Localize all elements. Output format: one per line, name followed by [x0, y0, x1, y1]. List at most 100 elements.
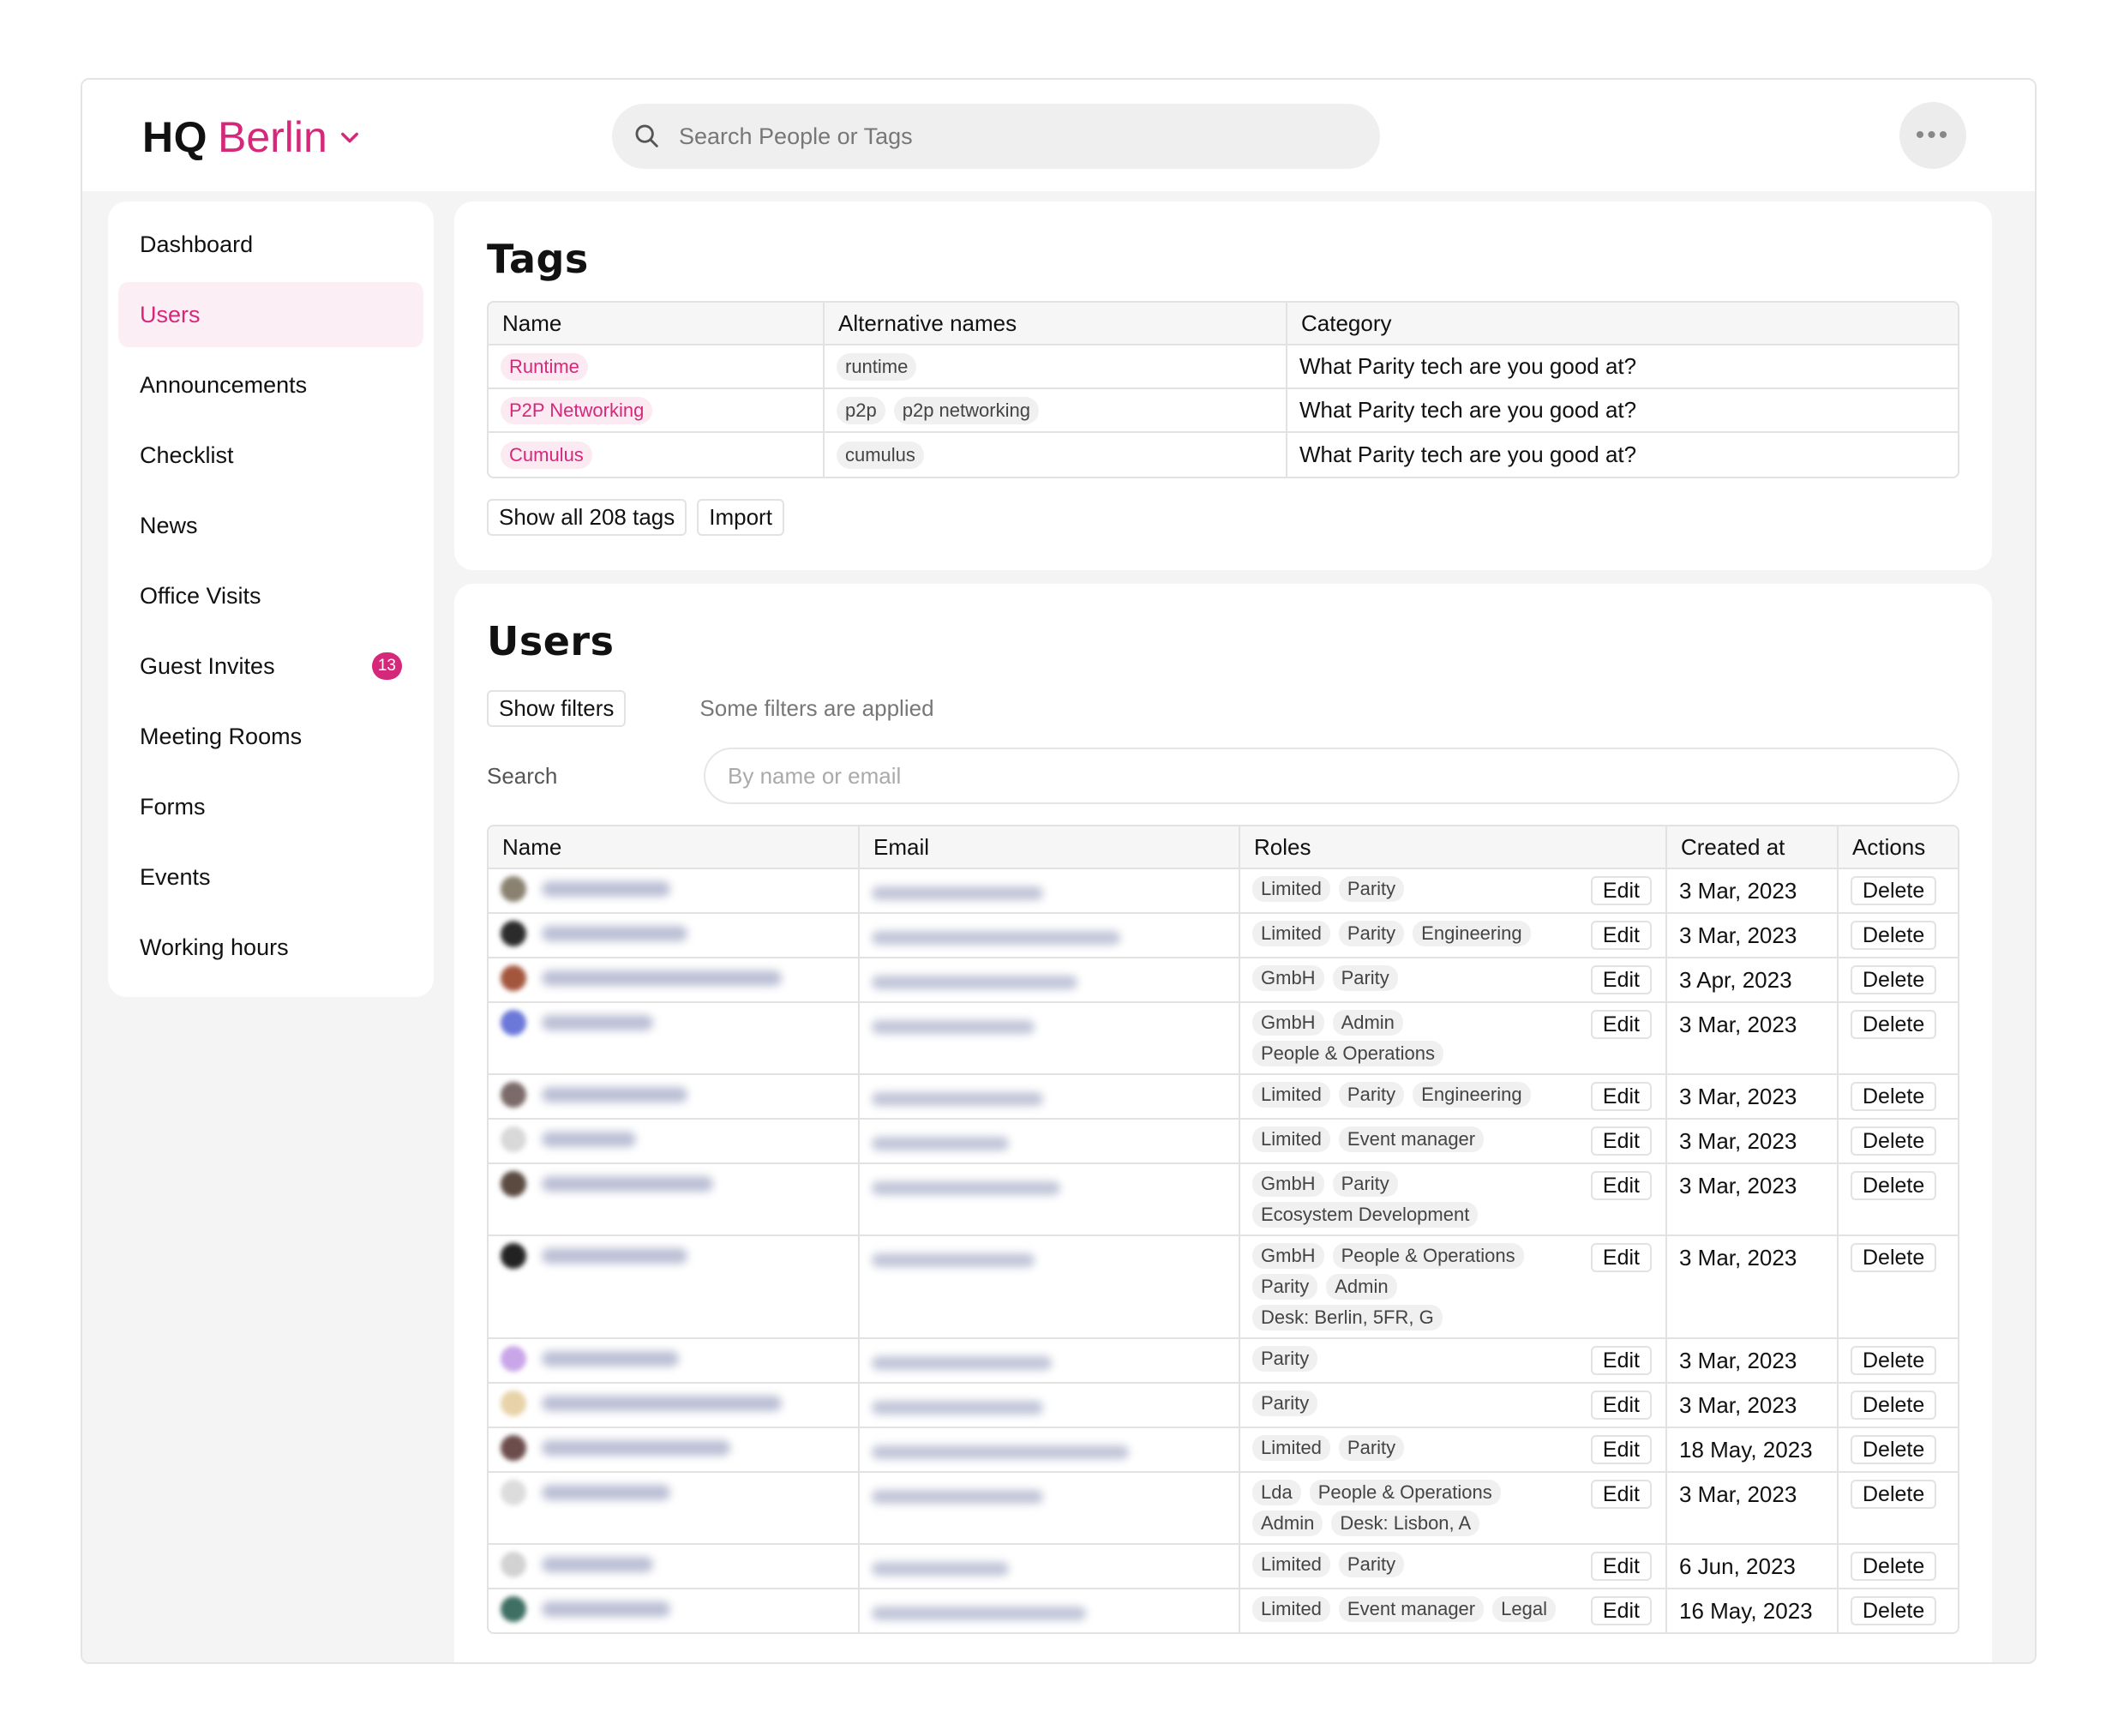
- logo-city: Berlin: [218, 113, 327, 161]
- role-chip: Limited: [1252, 1596, 1330, 1622]
- tag-name-pill[interactable]: Runtime: [501, 353, 588, 381]
- user-email-cell: [860, 1339, 1240, 1384]
- edit-roles-button[interactable]: Edit: [1590, 1480, 1652, 1509]
- role-chip: Parity: [1252, 1274, 1318, 1300]
- sidebar-item-working-hours[interactable]: Working hours: [118, 915, 423, 980]
- show-filters-button[interactable]: Show filters: [487, 690, 627, 727]
- user-identity[interactable]: [501, 1596, 846, 1622]
- users-search-input[interactable]: [728, 762, 1835, 790]
- sidebar-item-dashboard[interactable]: Dashboard: [118, 212, 423, 277]
- user-identity[interactable]: [501, 1346, 846, 1372]
- global-search[interactable]: [612, 104, 1380, 169]
- avatar: [501, 1435, 526, 1461]
- user-email-cell: [860, 1589, 1240, 1632]
- delete-user-button[interactable]: Delete: [1851, 1243, 1937, 1272]
- delete-user-button[interactable]: Delete: [1851, 1346, 1937, 1375]
- role-chip: Lda: [1252, 1480, 1301, 1505]
- edit-roles-button[interactable]: Edit: [1590, 1435, 1652, 1464]
- role-chip: Event manager: [1338, 1126, 1485, 1152]
- user-identity[interactable]: [501, 1171, 846, 1197]
- edit-roles-button[interactable]: Edit: [1590, 876, 1652, 905]
- edit-roles-button[interactable]: Edit: [1590, 1171, 1652, 1200]
- user-identity[interactable]: [501, 1010, 846, 1036]
- more-options-button[interactable]: •••: [1899, 102, 1966, 169]
- users-search-field[interactable]: [704, 748, 1959, 804]
- sidebar-item-label: Checklist: [140, 442, 234, 468]
- user-email-redacted: [872, 1401, 1043, 1415]
- user-identity[interactable]: [501, 1552, 846, 1577]
- user-identity[interactable]: [501, 876, 846, 902]
- delete-user-button[interactable]: Delete: [1851, 921, 1937, 950]
- actions-cell: Delete: [1839, 1120, 1958, 1164]
- user-name-cell: [489, 1428, 860, 1473]
- user-email-cell: [860, 1428, 1240, 1473]
- global-search-input[interactable]: [679, 123, 1347, 150]
- user-name-cell: [489, 914, 860, 958]
- sidebar-item-guest-invites[interactable]: Guest Invites 13: [118, 634, 423, 699]
- delete-user-button[interactable]: Delete: [1851, 1082, 1937, 1111]
- sidebar-item-office-visits[interactable]: Office Visits: [118, 563, 423, 628]
- edit-roles-button[interactable]: Edit: [1590, 1552, 1652, 1581]
- edit-roles-button[interactable]: Edit: [1590, 1391, 1652, 1420]
- user-email-cell: [860, 1236, 1240, 1339]
- role-chip: People & Operations: [1332, 1243, 1524, 1269]
- edit-roles-button[interactable]: Edit: [1590, 1243, 1652, 1272]
- import-tags-button[interactable]: Import: [697, 499, 784, 536]
- delete-user-button[interactable]: Delete: [1851, 1391, 1937, 1420]
- tag-name-pill[interactable]: Cumulus: [501, 442, 592, 469]
- user-identity[interactable]: [501, 1480, 846, 1505]
- tags-col-name: Name: [489, 303, 825, 345]
- user-identity[interactable]: [501, 1126, 846, 1152]
- edit-roles-button[interactable]: Edit: [1590, 921, 1652, 950]
- delete-user-button[interactable]: Delete: [1851, 1010, 1937, 1039]
- delete-user-button[interactable]: Delete: [1851, 1596, 1937, 1625]
- role-chip: Engineering: [1413, 921, 1531, 946]
- delete-user-button[interactable]: Delete: [1851, 1552, 1937, 1581]
- sidebar-item-forms[interactable]: Forms: [118, 774, 423, 839]
- delete-user-button[interactable]: Delete: [1851, 1171, 1937, 1200]
- edit-roles-button[interactable]: Edit: [1590, 965, 1652, 994]
- sidebar-item-label: News: [140, 512, 198, 538]
- role-list: Limited Parity: [1252, 876, 1588, 902]
- tags-card: Tags Name Alternative names Category Run…: [454, 201, 1992, 570]
- user-identity[interactable]: [501, 1435, 846, 1461]
- edit-roles-button[interactable]: Edit: [1590, 1010, 1652, 1039]
- role-list: GmbH Parity: [1252, 965, 1588, 991]
- sidebar-item-checklist[interactable]: Checklist: [118, 423, 423, 488]
- user-identity[interactable]: [501, 965, 846, 991]
- edit-roles-button[interactable]: Edit: [1590, 1082, 1652, 1111]
- workspace-switcher[interactable]: HQ Berlin: [142, 112, 362, 162]
- sidebar-item-events[interactable]: Events: [118, 844, 423, 910]
- sidebar-item-users[interactable]: Users: [118, 282, 423, 347]
- delete-user-button[interactable]: Delete: [1851, 876, 1937, 905]
- sidebar-item-meeting-rooms[interactable]: Meeting Rooms: [118, 704, 423, 769]
- delete-user-button[interactable]: Delete: [1851, 1435, 1937, 1464]
- user-email-redacted: [872, 976, 1077, 989]
- user-identity[interactable]: [501, 1082, 846, 1108]
- edit-roles-button[interactable]: Edit: [1590, 1596, 1652, 1625]
- actions-cell: Delete: [1839, 1236, 1958, 1339]
- user-email-cell: [860, 1164, 1240, 1236]
- edit-roles-button[interactable]: Edit: [1590, 1346, 1652, 1375]
- sidebar-item-announcements[interactable]: Announcements: [118, 352, 423, 417]
- tag-name-pill[interactable]: P2P Networking: [501, 397, 653, 424]
- sidebar-item-news[interactable]: News: [118, 493, 423, 558]
- role-list: Parity: [1252, 1346, 1588, 1372]
- tag-category-cell: What Parity tech are you good at?: [1299, 442, 1637, 467]
- users-table: Name Email Roles Created at Actions Limi…: [487, 825, 1959, 1634]
- user-identity[interactable]: [501, 1243, 846, 1269]
- more-icon: •••: [1915, 121, 1951, 149]
- user-email-redacted: [872, 1445, 1129, 1459]
- role-list: GmbH Parity Ecosystem Development: [1252, 1171, 1588, 1228]
- user-name-redacted: [542, 1396, 782, 1411]
- created-at-cell: 3 Mar, 2023: [1667, 914, 1839, 958]
- user-identity[interactable]: [501, 921, 846, 946]
- delete-user-button[interactable]: Delete: [1851, 965, 1937, 994]
- user-identity[interactable]: [501, 1391, 846, 1416]
- edit-roles-button[interactable]: Edit: [1590, 1126, 1652, 1156]
- tags-title: Tags: [487, 236, 589, 282]
- delete-user-button[interactable]: Delete: [1851, 1480, 1937, 1509]
- show-all-tags-button[interactable]: Show all 208 tags: [487, 499, 687, 536]
- delete-user-button[interactable]: Delete: [1851, 1126, 1937, 1156]
- user-name-cell: [489, 1339, 860, 1384]
